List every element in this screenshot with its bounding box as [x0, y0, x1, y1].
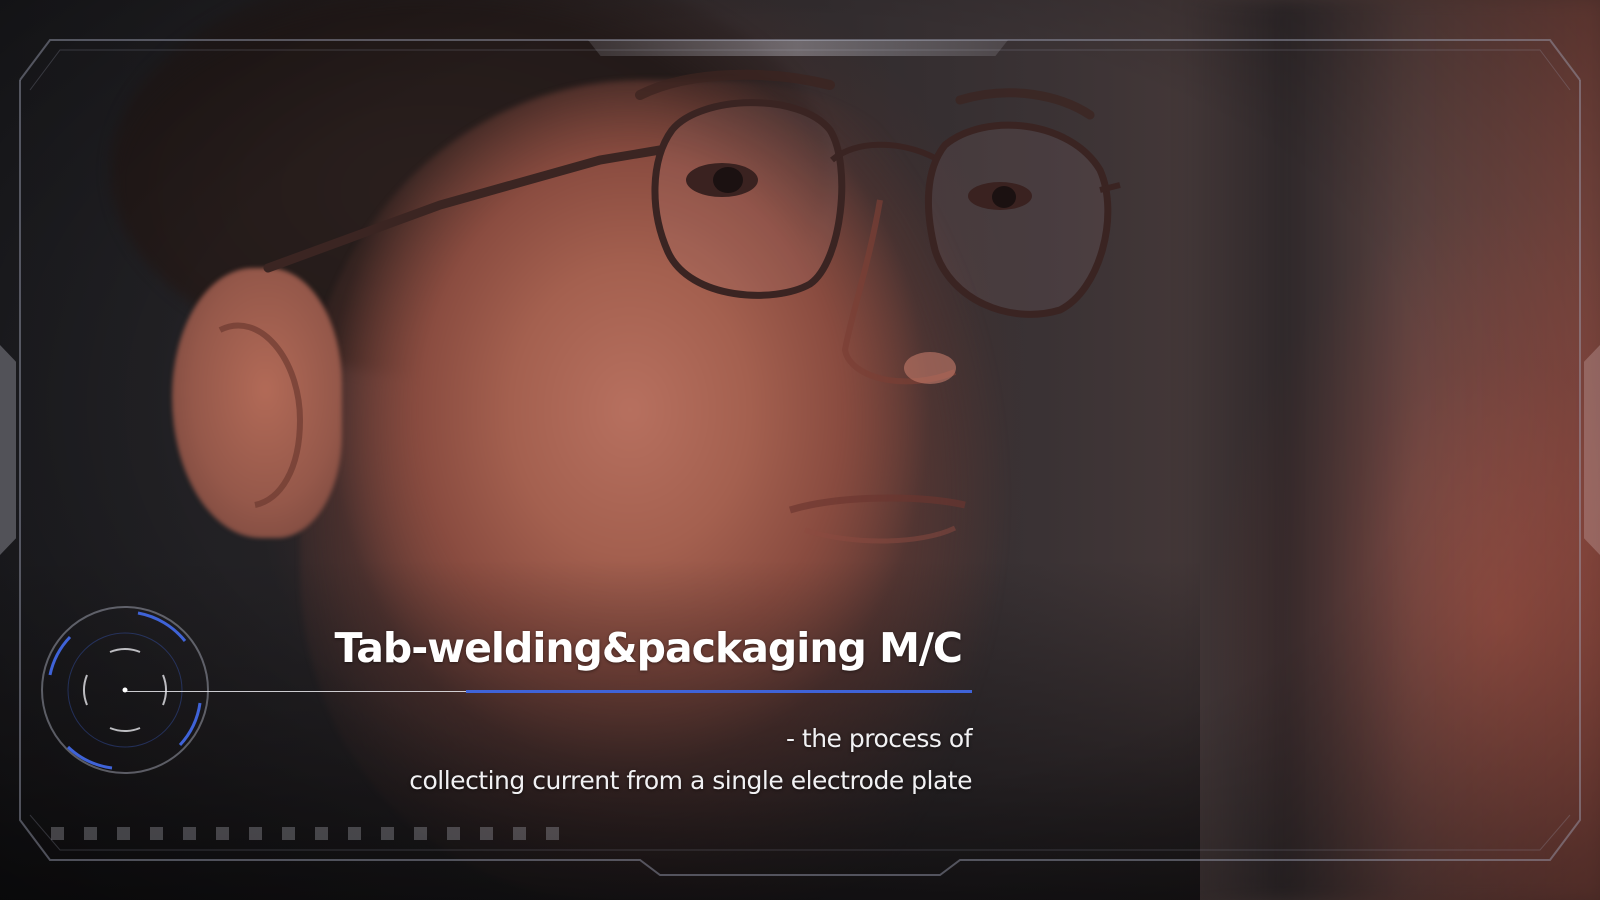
video-frame: [0, 0, 1600, 900]
vignette: [0, 0, 1600, 900]
